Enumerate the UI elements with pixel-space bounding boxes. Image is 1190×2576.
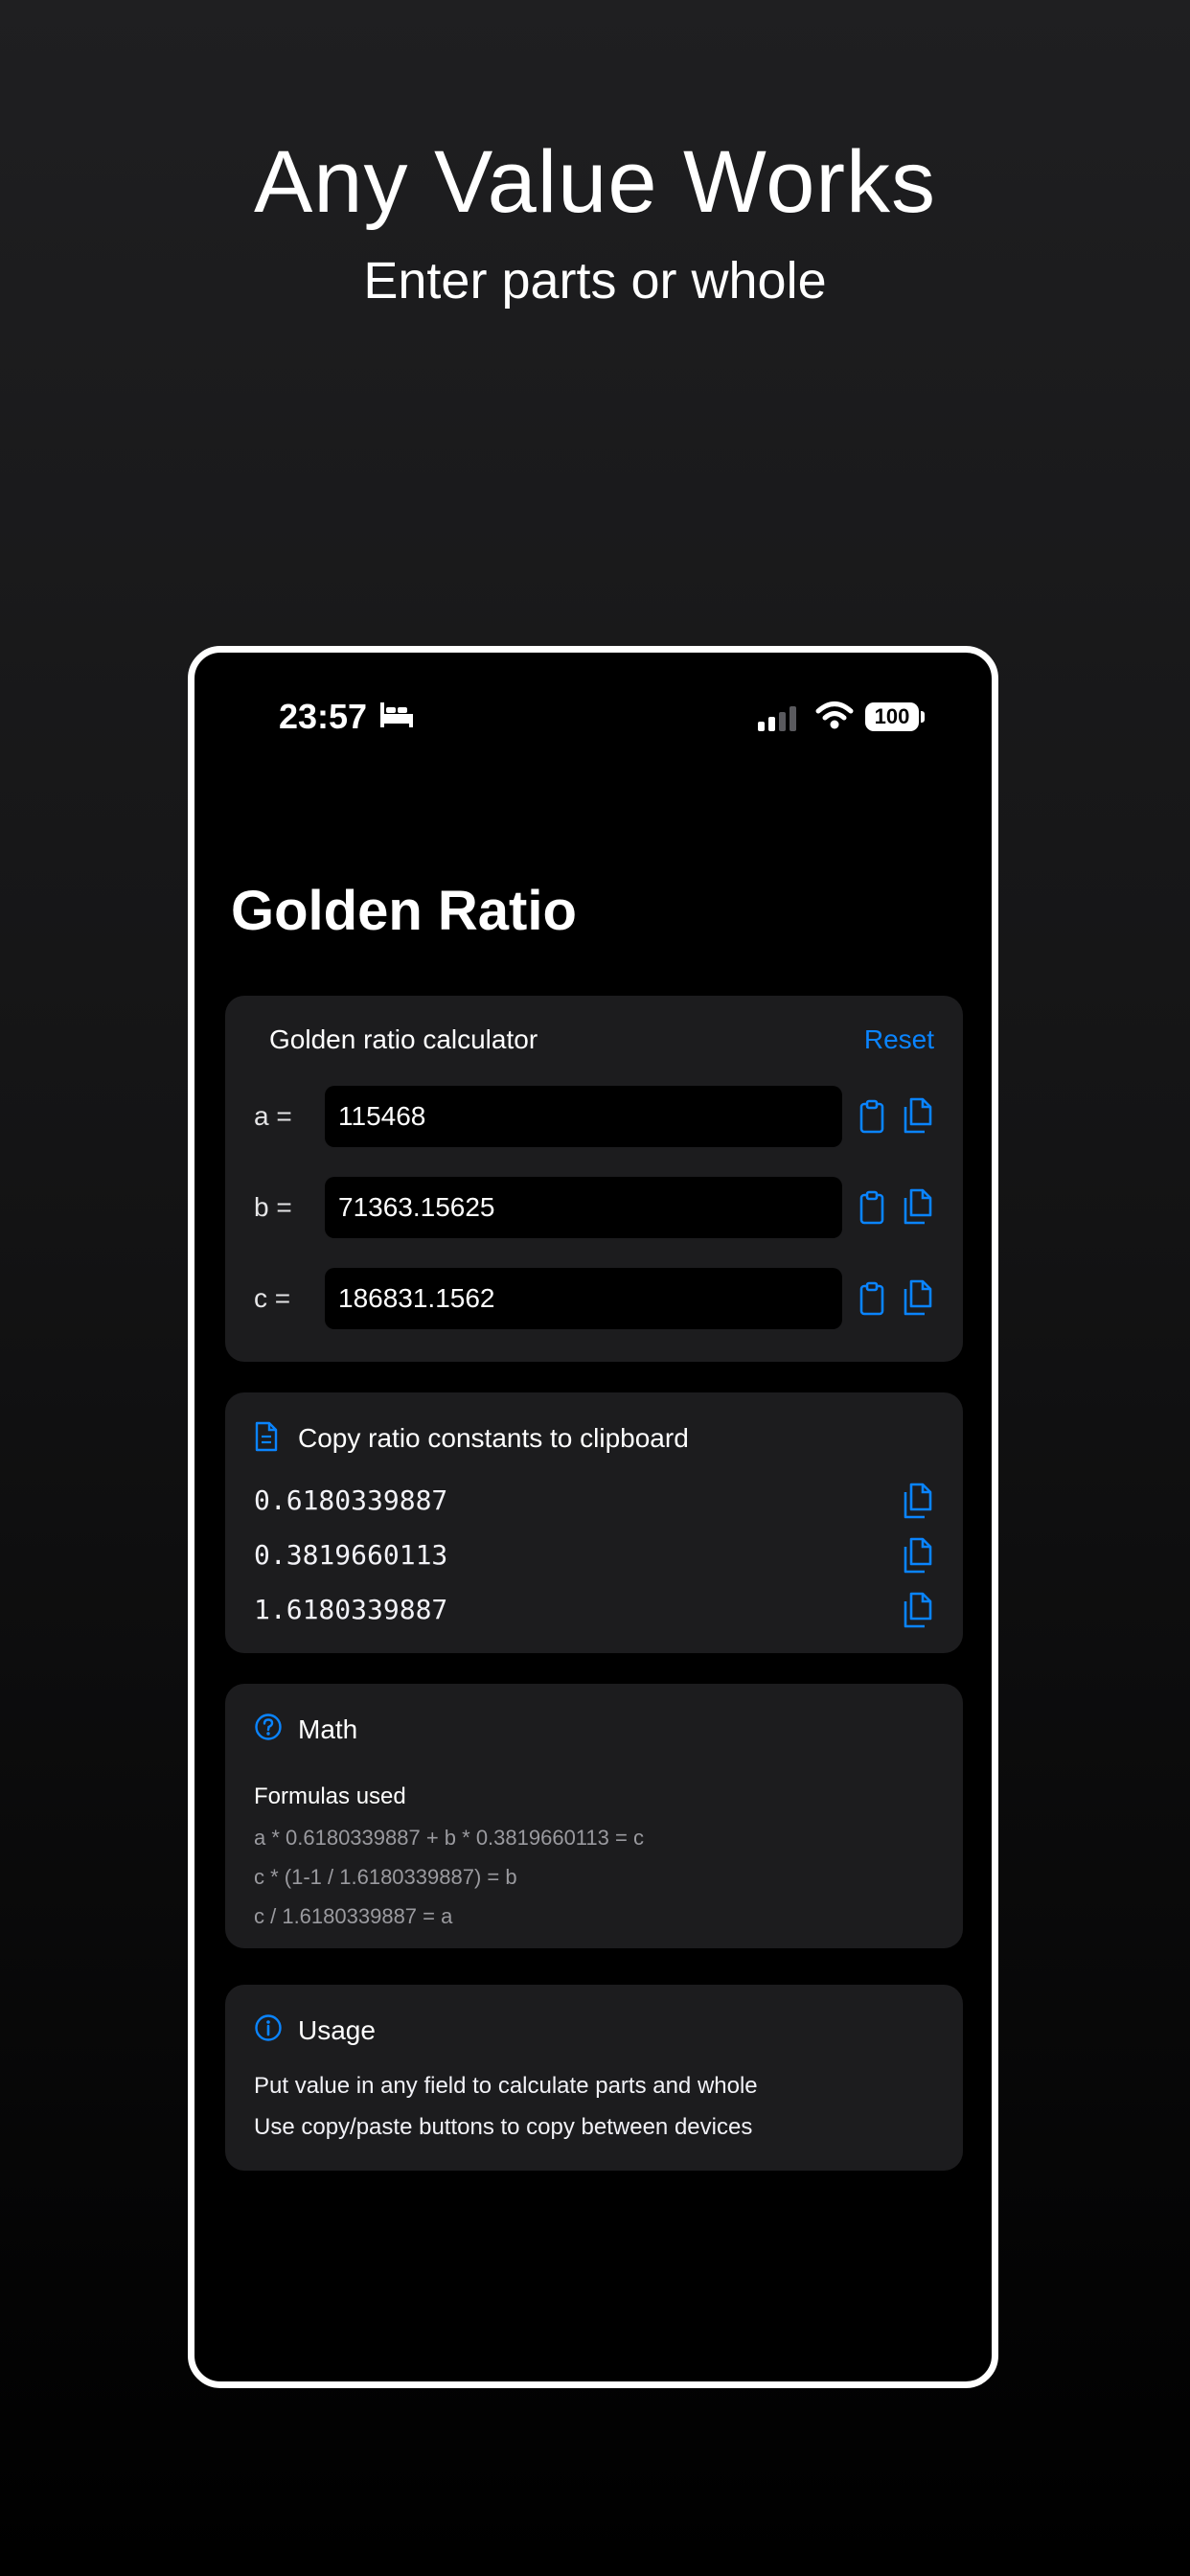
formula-line: c / 1.6180339887 = a bbox=[254, 1904, 453, 1928]
calculator-card: Golden ratio calculator Reset a = 115468… bbox=[225, 996, 963, 1362]
constants-card: Copy ratio constants to clipboard 0.6180… bbox=[225, 1392, 963, 1653]
field-label-a: a = bbox=[254, 1101, 292, 1131]
constant-row: 0.3819660113 bbox=[254, 1531, 934, 1577]
field-input-a[interactable]: 115468 bbox=[325, 1086, 842, 1147]
copy-icon[interactable] bbox=[902, 1279, 934, 1316]
paste-icon[interactable] bbox=[859, 1190, 884, 1225]
field-input-b[interactable]: 71363.15625 bbox=[325, 1177, 842, 1238]
copy-icon[interactable] bbox=[902, 1188, 934, 1225]
formula-line: a * 0.6180339887 + b * 0.3819660113 = c bbox=[254, 1826, 644, 1850]
usage-line: Put value in any field to calculate part… bbox=[254, 2073, 758, 2099]
bed-icon bbox=[380, 702, 413, 727]
field-row-a: a = 115468 bbox=[225, 1086, 963, 1147]
page-title: Golden Ratio bbox=[231, 880, 577, 942]
paste-icon[interactable] bbox=[859, 1281, 884, 1316]
hero-title: Any Value Works bbox=[253, 133, 937, 231]
constant-row: 0.6180339887 bbox=[254, 1477, 934, 1523]
field-label-c: c = bbox=[254, 1283, 291, 1313]
copy-icon[interactable] bbox=[902, 1097, 934, 1134]
constant-value: 0.3819660113 bbox=[254, 1539, 448, 1571]
formulas-subheader: Formulas used bbox=[254, 1783, 406, 1809]
constant-value: 1.6180339887 bbox=[254, 1594, 448, 1625]
field-row-b: b = 71363.15625 bbox=[225, 1177, 963, 1238]
constant-row: 1.6180339887 bbox=[254, 1586, 934, 1632]
battery-tip bbox=[921, 711, 925, 723]
usage-card: Usage Put value in any field to calculat… bbox=[225, 1985, 963, 2171]
usage-title: Usage bbox=[298, 2015, 376, 2045]
battery-icon: 100 bbox=[865, 702, 919, 731]
calculator-header: Golden ratio calculator bbox=[269, 1024, 538, 1054]
formula-line: c * (1-1 / 1.6180339887) = b bbox=[254, 1865, 517, 1889]
constants-title: Copy ratio constants to clipboard bbox=[298, 1423, 689, 1453]
math-title: Math bbox=[298, 1714, 358, 1744]
question-circle-icon bbox=[255, 1714, 282, 1740]
copy-icon[interactable] bbox=[902, 1592, 934, 1628]
paste-icon[interactable] bbox=[859, 1099, 884, 1134]
copy-icon[interactable] bbox=[902, 1537, 934, 1574]
constant-value: 0.6180339887 bbox=[254, 1484, 448, 1516]
info-circle-icon bbox=[255, 2014, 282, 2041]
status-bar: 23:57 100 bbox=[195, 697, 992, 754]
status-time: 23:57 bbox=[279, 697, 368, 736]
field-label-b: b = bbox=[254, 1192, 292, 1222]
phone-frame: 23:57 100 Golden Ratio Golden ratio calc… bbox=[188, 646, 998, 2388]
wifi-icon bbox=[815, 702, 854, 729]
field-row-c: c = 186831.1562 bbox=[225, 1268, 963, 1329]
document-icon bbox=[255, 1421, 278, 1452]
math-card: Math Formulas used a * 0.6180339887 + b … bbox=[225, 1684, 963, 1948]
copy-icon[interactable] bbox=[902, 1483, 934, 1519]
signal-icon bbox=[758, 706, 796, 731]
hero-subtitle: Enter parts or whole bbox=[363, 252, 827, 310]
usage-line: Use copy/paste buttons to copy between d… bbox=[254, 2114, 753, 2140]
reset-button[interactable]: Reset bbox=[864, 1024, 934, 1055]
field-input-c[interactable]: 186831.1562 bbox=[325, 1268, 842, 1329]
